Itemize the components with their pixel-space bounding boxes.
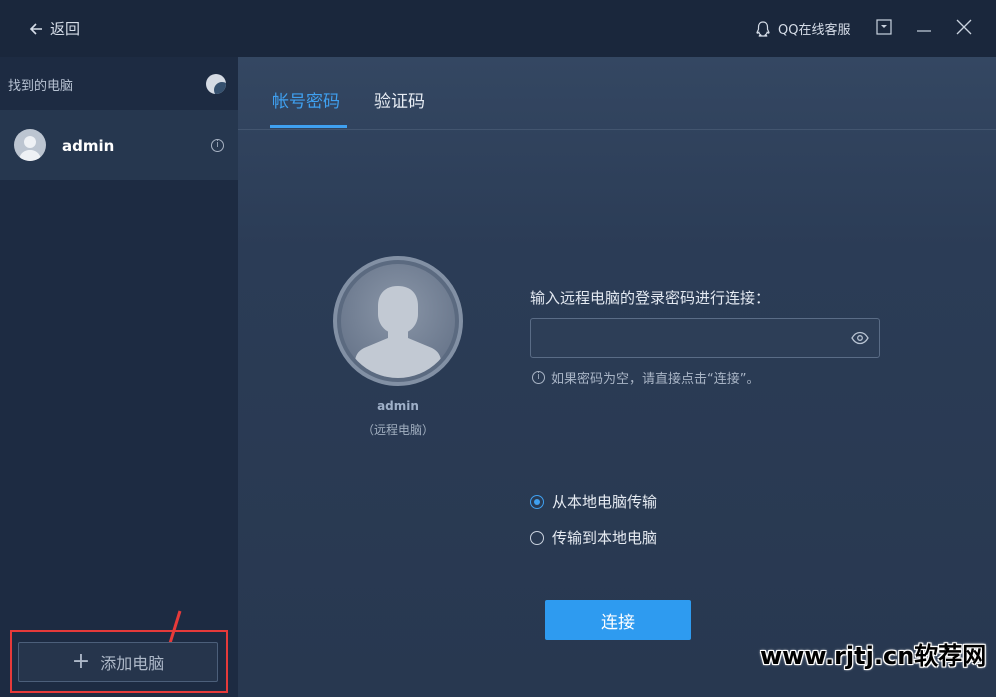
- found-computers-title: 找到的电脑: [8, 79, 74, 94]
- radio-checked-icon[interactable]: [530, 494, 544, 509]
- dropdown-box-icon: [876, 19, 892, 35]
- tab-bar: 帐号密码 验证码: [238, 57, 996, 130]
- avatar: [14, 129, 46, 161]
- user-silhouette-icon: [19, 136, 41, 161]
- password-input[interactable]: [531, 319, 851, 357]
- dropdown-menu-button[interactable]: [873, 16, 895, 38]
- remote-computer-name: admin: [377, 399, 419, 413]
- tab-account-password[interactable]: 帐号密码: [272, 87, 340, 112]
- radio-label: 传输到本地电脑: [552, 529, 658, 547]
- main-panel: 帐号密码 验证码 admin （远程电脑） 输入远程电脑的登录密码进行连接： i…: [238, 57, 996, 697]
- remote-computer-subtitle: （远程电脑）: [361, 423, 434, 437]
- annotation-highlight-box: + 添加电脑: [10, 630, 228, 693]
- qq-support-label: QQ在线客服: [778, 23, 851, 38]
- arrow-left-icon: [29, 22, 42, 35]
- add-computer-label: 添加电脑: [100, 654, 165, 673]
- password-hint-text: 如果密码为空，请直接点击“连接”。: [551, 372, 760, 387]
- radio-transfer-from-local[interactable]: 从本地电脑传输: [530, 491, 657, 512]
- active-tab-indicator: [270, 125, 347, 128]
- minimize-icon: [917, 30, 931, 32]
- eye-icon[interactable]: [851, 331, 869, 345]
- connect-button[interactable]: 连接: [545, 600, 691, 640]
- watermark-text: www.rjtj.cn软荐网: [760, 642, 987, 670]
- close-icon: [956, 19, 972, 35]
- radio-unchecked-icon[interactable]: [530, 530, 544, 545]
- computer-name: admin: [62, 137, 115, 155]
- password-field[interactable]: [530, 318, 880, 358]
- back-label: 返回: [50, 20, 81, 38]
- info-icon[interactable]: i: [211, 139, 224, 152]
- title-bar: 返回 QQ在线客服: [0, 0, 996, 57]
- add-computer-button[interactable]: + 添加电脑: [18, 642, 218, 682]
- close-button[interactable]: [953, 16, 975, 38]
- password-hint: i 如果密码为空，请直接点击“连接”。: [532, 368, 759, 387]
- tab-verification-code[interactable]: 验证码: [374, 87, 425, 112]
- refresh-icon[interactable]: [206, 74, 226, 94]
- remote-avatar: [333, 256, 463, 386]
- plus-icon: +: [71, 649, 91, 674]
- sidebar: 找到的电脑 admin i + 添加电脑: [0, 57, 238, 697]
- radio-label: 从本地电脑传输: [552, 493, 658, 511]
- password-prompt: 输入远程电脑的登录密码进行连接：: [530, 289, 771, 307]
- computer-list-item[interactable]: admin i: [0, 110, 238, 180]
- qq-support-button[interactable]: QQ在线客服: [754, 19, 850, 38]
- info-icon: i: [532, 371, 545, 384]
- qq-penguin-icon: [756, 20, 770, 37]
- minimize-button[interactable]: [913, 16, 935, 38]
- user-silhouette-icon: [355, 286, 441, 378]
- radio-transfer-to-local[interactable]: 传输到本地电脑: [530, 527, 657, 548]
- back-button[interactable]: 返回: [28, 18, 80, 39]
